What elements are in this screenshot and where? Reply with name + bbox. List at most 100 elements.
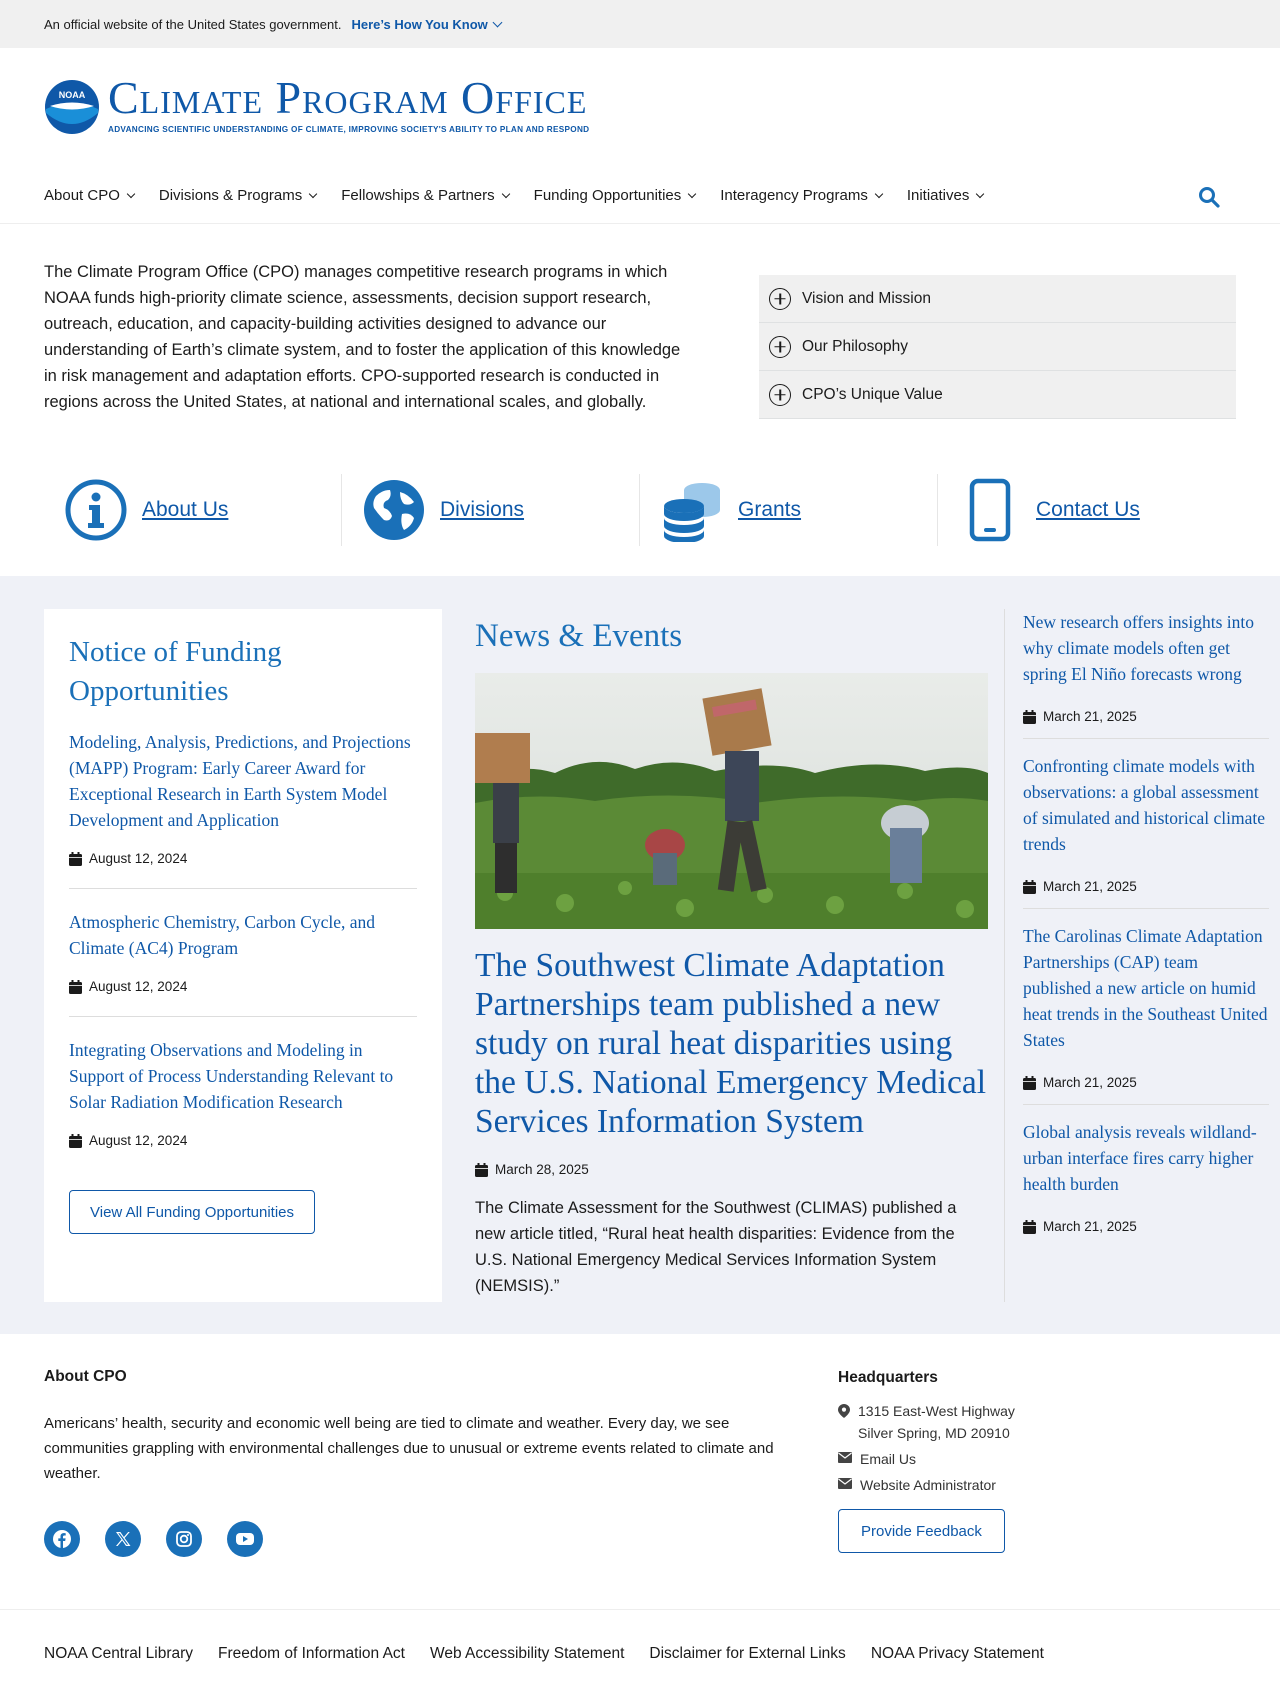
about-us-link[interactable]: About Us <box>142 498 228 522</box>
news-link[interactable]: Confronting climate models with observat… <box>1023 756 1265 854</box>
view-all-funding-button[interactable]: View All Funding Opportunities <box>69 1190 316 1234</box>
date-label: March 21, 2025 <box>1023 879 1269 894</box>
accordion-item-vision-mission[interactable]: Vision and Mission <box>759 275 1236 323</box>
heres-how-you-know-link[interactable]: Here’s How You Know <box>351 16 503 32</box>
web-accessibility-link[interactable]: Web Accessibility Statement <box>430 1645 624 1663</box>
x-icon <box>116 1532 131 1546</box>
nav-item-initiatives[interactable]: Initiatives <box>906 187 985 204</box>
youtube-link[interactable] <box>227 1521 263 1557</box>
instagram-link[interactable] <box>166 1521 202 1557</box>
date-label: March 21, 2025 <box>1023 1075 1269 1090</box>
date-text: March 28, 2025 <box>495 1162 589 1177</box>
phone-icon <box>969 478 1011 542</box>
noaa-central-library-link[interactable]: NOAA Central Library <box>44 1645 193 1663</box>
date-text: March 21, 2025 <box>1043 879 1137 894</box>
news-link[interactable]: Global analysis reveals wildland-urban i… <box>1023 1122 1257 1194</box>
list-item: Modeling, Analysis, Predictions, and Pro… <box>69 729 417 889</box>
nav-item-label: Interagency Programs <box>720 187 868 204</box>
news-events-title: News & Events <box>475 618 683 654</box>
news-events-section: News & Events The Southwest Climate Adap… <box>475 616 988 1299</box>
date-label: August 12, 2024 <box>69 979 417 994</box>
official-site-text: An official website of the United States… <box>44 16 342 32</box>
list-item: Global analysis reveals wildland-urban i… <box>1023 1119 1269 1248</box>
quick-link-about-us: About Us <box>44 474 342 546</box>
nav-item-label: Funding Opportunities <box>533 187 682 204</box>
date-text: March 21, 2025 <box>1043 1075 1137 1090</box>
date-label: March 21, 2025 <box>1023 709 1269 724</box>
funding-opportunities-title: Notice of Funding Opportunities <box>69 636 282 707</box>
date-text: August 12, 2024 <box>89 979 188 994</box>
featured-news-summary: The Climate Assessment for the Southwest… <box>475 1199 957 1295</box>
chevron-down-icon <box>309 189 318 198</box>
x-link[interactable] <box>105 1521 141 1557</box>
gov-banner: An official website of the United States… <box>0 0 1280 48</box>
plus-circle-icon <box>769 287 791 310</box>
footer-headquarters: Headquarters 1315 East-West Highway Silv… <box>838 1369 1238 1553</box>
list-item: The Carolinas Climate Adaptation Partner… <box>1023 923 1269 1105</box>
address: 1315 East-West Highway Silver Spring, MD… <box>838 1400 1238 1444</box>
nav-item-about-cpo[interactable]: About CPO <box>44 187 136 204</box>
funding-opportunity-link[interactable]: Modeling, Analysis, Predictions, and Pro… <box>69 732 411 830</box>
facebook-link[interactable] <box>44 1521 80 1557</box>
about-accordion: Vision and Mission Our Philosophy CPO’s … <box>759 275 1236 419</box>
nav-item-interagency-programs[interactable]: Interagency Programs <box>720 187 884 204</box>
funding-opportunity-link[interactable]: Integrating Observations and Modeling in… <box>69 1040 393 1112</box>
contact-us-link[interactable]: Contact Us <box>1036 498 1140 522</box>
address-line-1: 1315 East-West Highway <box>858 1403 1015 1419</box>
noaa-logo-icon: NOAA <box>45 80 99 134</box>
date-text: August 12, 2024 <box>89 851 188 866</box>
calendar-icon <box>1023 879 1036 894</box>
envelope-icon <box>838 1452 852 1463</box>
website-administrator-link[interactable]: Website Administrator <box>860 1474 996 1496</box>
email-row: Email Us <box>838 1448 1238 1470</box>
email-us-link[interactable]: Email Us <box>860 1448 916 1470</box>
grants-link[interactable]: Grants <box>738 498 801 522</box>
map-pin-icon <box>838 1404 850 1418</box>
calendar-icon <box>69 979 82 994</box>
heres-how-you-know-label: Here’s How You Know <box>351 16 488 32</box>
accordion-item-label: CPO’s Unique Value <box>802 385 943 403</box>
noaa-privacy-link[interactable]: NOAA Privacy Statement <box>871 1645 1044 1663</box>
date-text: March 21, 2025 <box>1043 709 1137 724</box>
external-links-disclaimer-link[interactable]: Disclaimer for External Links <box>649 1645 845 1663</box>
calendar-icon <box>1023 1075 1036 1090</box>
facebook-icon <box>53 1530 71 1548</box>
list-item: Atmospheric Chemistry, Carbon Cycle, and… <box>69 909 417 1017</box>
foia-link[interactable]: Freedom of Information Act <box>218 1645 405 1663</box>
site-footer: About CPO Americans’ health, security an… <box>0 1334 1280 1609</box>
chevron-down-icon <box>501 189 510 198</box>
featured-news-headline[interactable]: The Southwest Climate Adaptation Partner… <box>475 946 988 1141</box>
nav-item-funding-opportunities[interactable]: Funding Opportunities <box>533 187 697 204</box>
footer-about-text: Americans’ health, security and economic… <box>44 1415 774 1482</box>
calendar-icon <box>475 1162 488 1177</box>
calendar-icon <box>69 1133 82 1148</box>
funding-opportunity-link[interactable]: Atmospheric Chemistry, Carbon Cycle, and… <box>69 912 375 958</box>
news-link[interactable]: The Carolinas Climate Adaptation Partner… <box>1023 926 1267 1050</box>
chevron-down-icon <box>874 189 884 198</box>
search-button[interactable] <box>1198 186 1220 208</box>
date-label: March 28, 2025 <box>475 1162 988 1177</box>
divisions-link[interactable]: Divisions <box>440 498 524 522</box>
nav-item-divisions-programs[interactable]: Divisions & Programs <box>158 187 318 204</box>
nav-item-label: Divisions & Programs <box>158 187 303 204</box>
content-band: Notice of Funding Opportunities Modeling… <box>0 576 1280 1334</box>
quick-link-grants: Grants <box>640 474 938 546</box>
instagram-icon <box>176 1531 192 1547</box>
provide-feedback-button[interactable]: Provide Feedback <box>838 1509 1005 1553</box>
nav-item-label: Initiatives <box>906 187 970 204</box>
news-link[interactable]: New research offers insights into why cl… <box>1023 612 1254 684</box>
date-label: March 21, 2025 <box>1023 1219 1269 1234</box>
quick-links: About Us Divisions Grants Contact Us <box>44 474 1236 546</box>
site-header: NOAA Climate Program Office ADVANCING SC… <box>0 48 1280 168</box>
accordion-item-unique-value[interactable]: CPO’s Unique Value <box>759 371 1236 419</box>
intro-section: The Climate Program Office (CPO) manages… <box>0 224 1280 576</box>
nav-item-label: Fellowships & Partners <box>341 187 495 204</box>
farmworkers-photo[interactable] <box>475 673 988 929</box>
site-logo[interactable]: NOAA Climate Program Office ADVANCING SC… <box>44 75 589 135</box>
nav-item-fellowships-partners[interactable]: Fellowships & Partners <box>341 187 510 204</box>
noaa-badge-text: NOAA <box>59 90 86 100</box>
chevron-down-icon <box>976 189 985 198</box>
accordion-item-our-philosophy[interactable]: Our Philosophy <box>759 323 1236 371</box>
date-text: March 21, 2025 <box>1043 1219 1137 1234</box>
funding-opportunities-panel: Notice of Funding Opportunities Modeling… <box>44 609 442 1302</box>
